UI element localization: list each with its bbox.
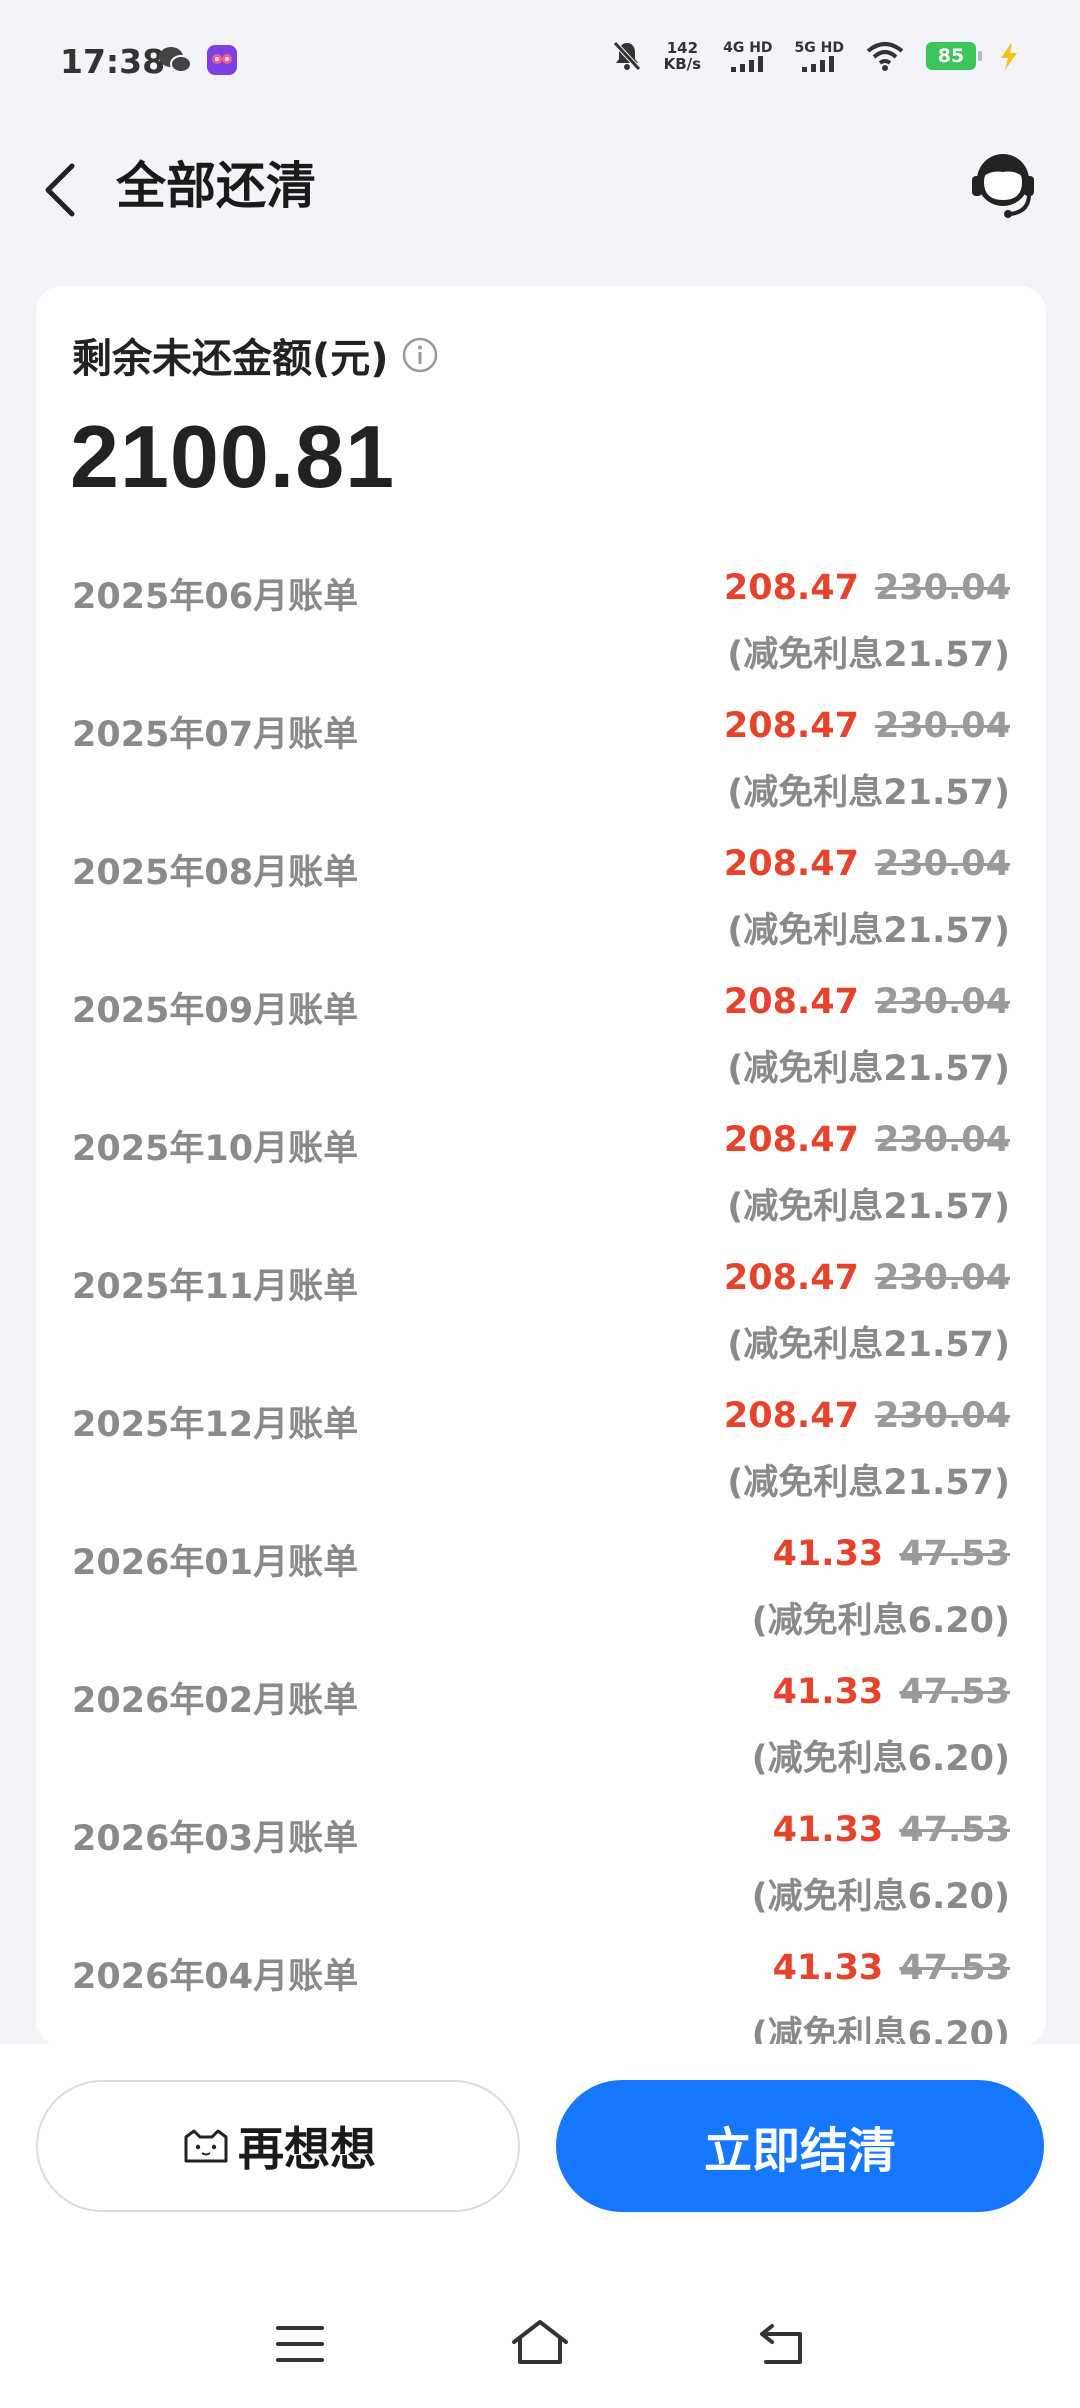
battery-indicator: 85 <box>926 42 982 70</box>
signal-icon-2 <box>802 56 835 72</box>
bill-amount: 41.33 <box>772 1672 884 1712</box>
think-again-label: 再想想 <box>238 2122 376 2176</box>
bill-row: 2026年03月账单 41.33 47.53 (减免利息6.20) <box>36 1810 1046 1948</box>
home-icon[interactable] <box>508 2314 572 2374</box>
bill-amount: 41.33 <box>772 1534 884 1574</box>
wifi-icon <box>866 42 904 71</box>
bill-row: 2025年11月账单 208.47 230.04 (减免利息21.57) <box>36 1258 1046 1396</box>
app-notification-icon <box>207 45 237 75</box>
settle-now-button[interactable]: 立即结清 <box>556 2080 1044 2212</box>
remaining-amount-label: 剩余未还金额(元) <box>72 336 389 382</box>
header: 全部还清 <box>0 128 1080 248</box>
bill-waiver: (减免利息21.57) <box>727 773 1010 813</box>
bill-month: 2025年09月账单 <box>72 991 359 1031</box>
bill-original-amount: 230.04 <box>874 568 1010 608</box>
system-navigation-bar <box>0 2314 1080 2394</box>
bill-month: 2025年07月账单 <box>72 715 359 755</box>
bill-waiver: (减免利息6.20) <box>751 1601 1010 1641</box>
bill-waiver: (减免利息21.57) <box>727 1187 1010 1227</box>
bill-original-amount: 47.53 <box>899 1948 1010 1988</box>
nav-back-icon[interactable] <box>752 2314 812 2374</box>
customer-service-icon[interactable] <box>962 142 1044 224</box>
back-arrow-icon[interactable] <box>34 148 94 228</box>
bill-month: 2025年08月账单 <box>72 853 359 893</box>
charging-icon <box>1001 42 1017 70</box>
bill-amount: 208.47 <box>723 1258 859 1298</box>
bill-waiver: (减免利息21.57) <box>727 1325 1010 1365</box>
signal-icon-1 <box>730 56 763 72</box>
bill-month: 2025年10月账单 <box>72 1129 359 1169</box>
bill-waiver: (减免利息21.57) <box>727 635 1010 675</box>
bill-amount: 208.47 <box>723 844 859 884</box>
bill-original-amount: 230.04 <box>874 706 1010 746</box>
remaining-amount-value: 2100.81 <box>70 407 396 506</box>
bill-month: 2026年03月账单 <box>72 1819 359 1859</box>
settle-now-label: 立即结清 <box>703 2123 896 2179</box>
bill-row: 2025年08月账单 208.47 230.04 (减免利息21.57) <box>36 844 1046 982</box>
bill-month: 2025年11月账单 <box>72 1267 359 1307</box>
info-icon[interactable] <box>401 336 439 374</box>
bill-card: 剩余未还金额(元) 2100.81 2025年06月账单 208.47 230.0… <box>36 286 1046 2046</box>
status-time: 17:38 <box>60 42 166 81</box>
bill-amount: 41.33 <box>772 1948 884 1988</box>
bill-month: 2025年06月账单 <box>72 577 359 617</box>
bill-waiver: (减免利息21.57) <box>727 1049 1010 1089</box>
bill-row: 2025年09月账单 208.47 230.04 (减免利息21.57) <box>36 982 1046 1120</box>
bill-month: 2026年04月账单 <box>72 1957 359 1997</box>
bill-row: 2025年10月账单 208.47 230.04 (减免利息21.57) <box>36 1120 1046 1258</box>
bill-original-amount: 230.04 <box>874 982 1010 1022</box>
bill-waiver: (减免利息21.57) <box>727 1463 1010 1503</box>
network-speed-value: 142 <box>666 39 699 57</box>
cat-face-icon <box>184 2129 228 2163</box>
bottom-action-bar: 再想想 立即结清 <box>0 2044 1080 2408</box>
bill-original-amount: 47.53 <box>899 1534 1010 1574</box>
network-label-1: 4G HD <box>723 40 773 56</box>
bill-list: 2025年06月账单 208.47 230.04 (减免利息21.57) 2025… <box>36 568 1046 2046</box>
bill-waiver: (减免利息6.20) <box>751 1877 1010 1917</box>
bill-row: 2026年02月账单 41.33 47.53 (减免利息6.20) <box>36 1672 1046 1810</box>
bill-amount: 41.33 <box>772 1810 884 1850</box>
bill-amount: 208.47 <box>723 568 859 608</box>
bill-waiver: (减免利息6.20) <box>751 2015 1010 2046</box>
bill-amount: 208.47 <box>723 706 859 746</box>
network-label-2: 5G HD <box>794 40 844 56</box>
status-bar: 17:38 142 KB/s 4G HD 5G HD 85 <box>0 0 1080 128</box>
bill-month: 2025年12月账单 <box>72 1405 359 1445</box>
bill-row: 2026年01月账单 41.33 47.53 (减免利息6.20) <box>36 1534 1046 1672</box>
bill-waiver: (减免利息6.20) <box>751 1739 1010 1779</box>
mute-bell-icon <box>612 41 641 71</box>
bill-amount: 208.47 <box>723 1396 859 1436</box>
bill-original-amount: 230.04 <box>874 1120 1010 1160</box>
bill-row: 2025年06月账单 208.47 230.04 (减免利息21.57) <box>36 568 1046 706</box>
bill-original-amount: 47.53 <box>899 1672 1010 1712</box>
bill-amount: 208.47 <box>723 1120 859 1160</box>
bill-month: 2026年01月账单 <box>72 1543 359 1583</box>
bill-row: 2025年07月账单 208.47 230.04 (减免利息21.57) <box>36 706 1046 844</box>
battery-level: 85 <box>937 45 965 67</box>
menu-icon[interactable] <box>270 2314 330 2374</box>
bill-waiver: (减免利息21.57) <box>727 911 1010 951</box>
bill-original-amount: 230.04 <box>874 1396 1010 1436</box>
page-title: 全部还清 <box>116 157 316 215</box>
bill-original-amount: 230.04 <box>874 1258 1010 1298</box>
bill-original-amount: 47.53 <box>899 1810 1010 1850</box>
network-speed-unit: KB/s <box>663 55 702 73</box>
bill-original-amount: 230.04 <box>874 844 1010 884</box>
think-again-button[interactable]: 再想想 <box>36 2080 520 2212</box>
bill-row: 2026年04月账单 41.33 47.53 (减免利息6.20) <box>36 1948 1046 2046</box>
bill-row: 2025年12月账单 208.47 230.04 (减免利息21.57) <box>36 1396 1046 1534</box>
wechat-icon <box>159 47 192 73</box>
bill-month: 2026年02月账单 <box>72 1681 359 1721</box>
bill-amount: 208.47 <box>723 982 859 1022</box>
